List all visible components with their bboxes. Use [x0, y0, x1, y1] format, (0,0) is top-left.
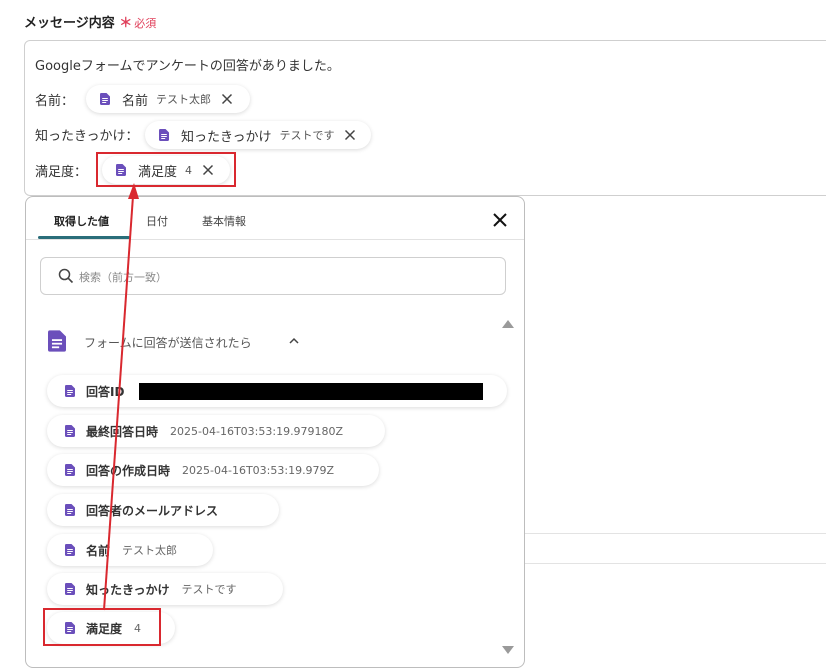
background-divider — [523, 533, 826, 534]
scroll-up-icon[interactable] — [501, 319, 515, 329]
item-label: 最終回答日時 — [86, 424, 159, 439]
item-label: 名前 — [86, 543, 111, 558]
item-value: 2025-04-16T03:53:19.979180Z — [170, 424, 344, 438]
variable-picker-panel: 取得した値 日付 基本情報 検索（前方一致） フォームに回答が送信されたら 回答… — [25, 196, 525, 668]
item-label: 回答の作成日時 — [86, 463, 171, 478]
tab-divider — [26, 239, 524, 240]
variable-chip-name[interactable]: 名前 テスト太郎 — [86, 85, 250, 113]
search-input[interactable]: 検索（前方一致） — [40, 257, 506, 295]
list-item-name[interactable]: 名前 テスト太郎 — [47, 534, 213, 566]
required-mark: ＊ — [119, 16, 133, 31]
form-doc-icon — [65, 504, 75, 516]
form-doc-icon — [65, 583, 75, 595]
form-doc-icon — [100, 93, 110, 105]
field-label: メッセージ内容 ＊必須 — [24, 12, 156, 31]
editor-label-satisfaction: 満足度： — [35, 165, 88, 180]
item-label: 回答ID — [86, 384, 125, 399]
close-icon[interactable] — [492, 212, 508, 228]
editor-label-name: 名前： — [35, 94, 75, 109]
form-doc-icon — [65, 385, 75, 397]
highlight-box-chip — [96, 152, 236, 187]
highlight-box-item — [43, 608, 161, 646]
form-doc-icon — [65, 464, 75, 476]
item-value: テスト太郎 — [122, 544, 178, 557]
redacted-value — [139, 383, 483, 400]
chip-value: テスト太郎 — [156, 93, 212, 106]
editor-label-trigger: 知ったきっかけ： — [35, 129, 139, 144]
chevron-up-icon[interactable] — [288, 336, 300, 346]
close-icon[interactable] — [344, 129, 356, 141]
tab-basic-info[interactable]: 基本情報 — [202, 213, 246, 229]
required-text: 必須 — [134, 17, 157, 30]
search-icon — [58, 268, 74, 284]
editor-line-1: Googleフォームでアンケートの回答がありました。 — [35, 59, 340, 74]
background-divider — [523, 563, 826, 564]
list-item-last-answered[interactable]: 最終回答日時 2025-04-16T03:53:19.979180Z — [47, 415, 385, 447]
chip-label: 知ったきっかけ — [181, 129, 272, 145]
section-title: フォームに回答が送信されたら — [84, 336, 252, 350]
item-value: 2025-04-16T03:53:19.979Z — [182, 463, 335, 477]
tab-acquired-values[interactable]: 取得した値 — [54, 213, 109, 229]
item-label: 回答者のメールアドレス — [86, 503, 219, 518]
scrollbar[interactable] — [499, 313, 517, 667]
item-value: テストです — [181, 583, 237, 596]
list-item-email[interactable]: 回答者のメールアドレス — [47, 494, 279, 526]
list-item-trigger[interactable]: 知ったきっかけ テストです — [47, 573, 283, 605]
form-doc-icon — [65, 425, 75, 437]
item-label: 知ったきっかけ — [86, 582, 170, 597]
search-placeholder: 検索（前方一致） — [79, 271, 167, 284]
form-doc-icon — [65, 544, 75, 556]
list-item-created-at[interactable]: 回答の作成日時 2025-04-16T03:53:19.979Z — [47, 454, 379, 486]
tab-date[interactable]: 日付 — [146, 213, 168, 229]
list-item-answer-id[interactable]: 回答ID — [47, 375, 507, 407]
close-icon[interactable] — [221, 93, 233, 105]
google-forms-icon — [48, 330, 66, 352]
chip-value: テストです — [279, 129, 335, 142]
chip-label: 名前 — [122, 93, 149, 109]
field-label-text: メッセージ内容 — [24, 16, 115, 31]
form-doc-icon — [159, 129, 169, 141]
variable-chip-trigger[interactable]: 知ったきっかけ テストです — [145, 121, 371, 149]
